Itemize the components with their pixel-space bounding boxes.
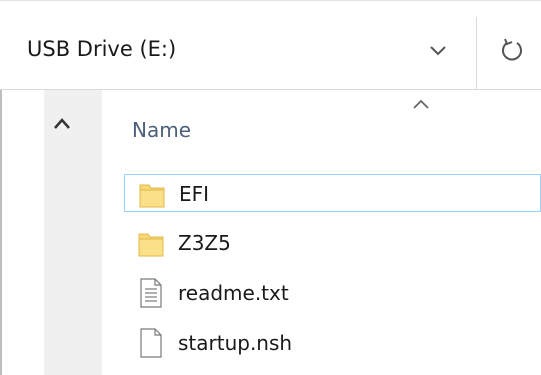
text-document-icon <box>140 278 162 308</box>
sort-ascending-icon <box>413 99 429 109</box>
file-name: EFI <box>179 182 210 206</box>
refresh-icon[interactable] <box>498 36 526 64</box>
chevron-down-icon[interactable] <box>425 37 451 63</box>
blank-document-icon <box>140 328 162 358</box>
address-bar: USB Drive (E:) <box>0 0 541 90</box>
pane-border <box>0 90 2 375</box>
file-name: readme.txt <box>178 281 289 305</box>
file-explorer-window: USB Drive (E:) Name EFI Z3Z5 readme.txt … <box>0 0 541 375</box>
file-row-z3z5[interactable]: Z3Z5 <box>124 224 541 262</box>
file-list: Name EFI Z3Z5 readme.txt startup.nsh <box>102 90 541 375</box>
navigation-pane <box>0 90 102 375</box>
folder-icon <box>139 184 165 208</box>
file-row-efi[interactable]: EFI <box>124 174 541 212</box>
chevron-up-icon[interactable] <box>52 116 72 132</box>
address-path[interactable]: USB Drive (E:) <box>27 37 176 61</box>
column-header-name[interactable]: Name <box>132 118 191 142</box>
file-row-readme[interactable]: readme.txt <box>124 274 541 312</box>
file-name: startup.nsh <box>178 331 293 355</box>
toolbar-divider <box>476 17 477 89</box>
file-row-startup[interactable]: startup.nsh <box>124 324 541 362</box>
file-name: Z3Z5 <box>178 231 231 255</box>
navigation-scrollbar[interactable] <box>44 90 102 375</box>
folder-icon <box>138 233 164 257</box>
